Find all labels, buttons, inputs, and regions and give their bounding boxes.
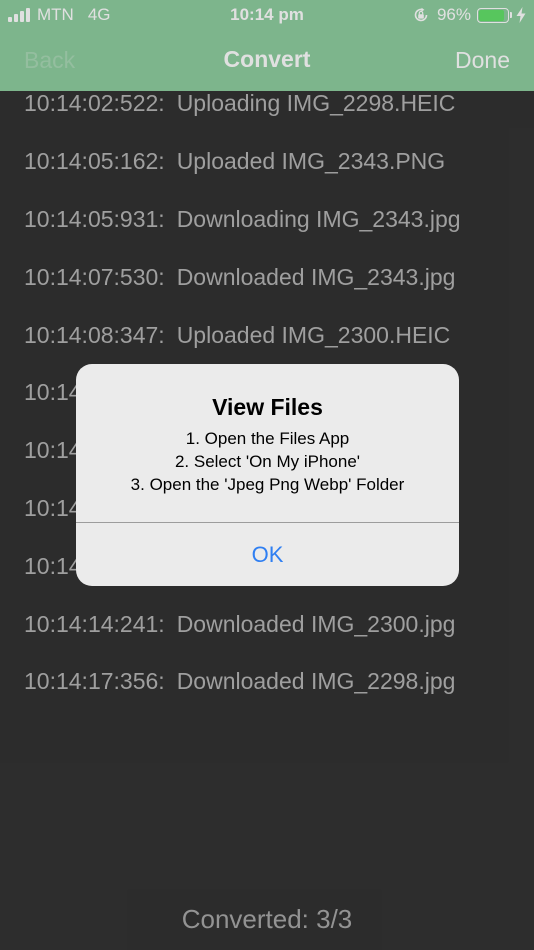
view-files-alert: View Files 1. Open the Files App 2. Sele… bbox=[76, 364, 459, 586]
alert-message: 1. Open the Files App 2. Select 'On My i… bbox=[76, 427, 459, 496]
alert-line: 3. Open the 'Jpeg Png Webp' Folder bbox=[130, 475, 405, 494]
alert-title: View Files bbox=[212, 394, 323, 420]
alert-line: 1. Open the Files App bbox=[185, 429, 350, 448]
ok-button[interactable]: OK bbox=[76, 523, 459, 586]
alert-line: 2. Select 'On My iPhone' bbox=[174, 452, 361, 471]
